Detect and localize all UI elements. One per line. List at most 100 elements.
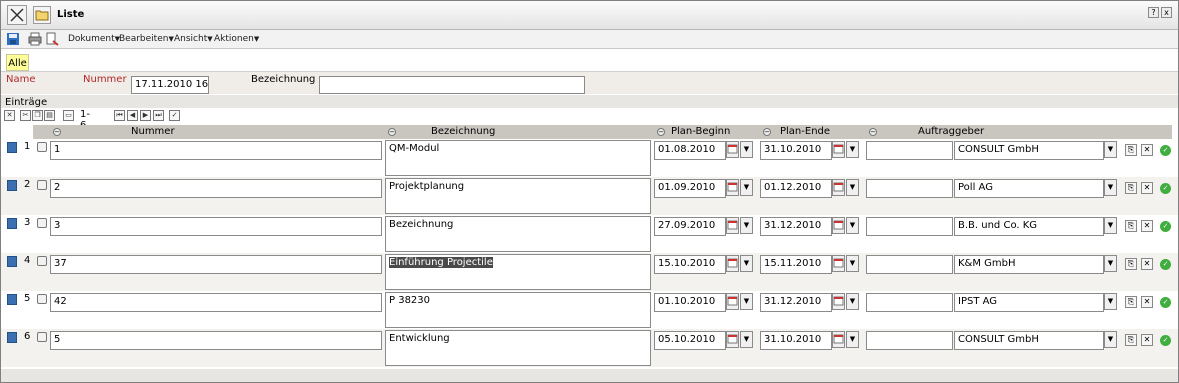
plan-beginn-input[interactable]: 27.09.2010 [654,217,726,236]
row-handle-icon[interactable] [7,180,17,191]
copy-icon[interactable]: ❐ [32,110,43,121]
print-icon[interactable] [28,32,42,46]
collapse-icon[interactable]: − [763,128,771,136]
delete-icon[interactable]: ✕ [4,110,15,121]
plan-ende-input[interactable]: 31.12.2010 [760,217,832,236]
chevron-down-icon[interactable]: ▼ [740,255,753,272]
auftraggeber-select[interactable]: CONSULT GmbH [954,331,1104,350]
paste-icon[interactable]: ▤ [44,110,55,121]
prev-page-icon[interactable]: ◀ [127,110,138,121]
copy-row-icon[interactable]: ⎘ [1125,296,1137,308]
chevron-down-icon[interactable]: ▼ [846,141,859,158]
folder-icon[interactable] [33,6,51,24]
copy-row-icon[interactable]: ⎘ [1125,182,1137,194]
chevron-down-icon[interactable]: ▼ [846,179,859,196]
chevron-down-icon[interactable]: ▼ [846,293,859,310]
chevron-down-icon[interactable]: ▼ [846,217,859,234]
tab-alle[interactable]: Alle [6,54,29,71]
copy-row-icon[interactable]: ⎘ [1125,144,1137,156]
column-header-auftraggeber[interactable]: Auftraggeber [918,125,984,139]
plan-ende-input[interactable]: 01.12.2010 [760,179,832,198]
auftraggeber-input[interactable] [866,331,953,350]
delete-row-icon[interactable]: ✕ [1141,144,1153,156]
calendar-icon[interactable] [726,179,739,196]
bezeichnung-filter-input[interactable] [319,76,585,94]
delete-row-icon[interactable]: ✕ [1141,258,1153,270]
copy-row-icon[interactable]: ⎘ [1125,334,1137,346]
menu-bearbeiten[interactable]: Bearbeiten▼ [119,34,174,44]
nummer-input[interactable]: 42 [50,293,382,312]
collapse-icon[interactable]: − [869,128,877,136]
row-handle-icon[interactable] [7,294,17,305]
auftraggeber-select[interactable]: B.B. und Co. KG [954,217,1104,236]
auftraggeber-input[interactable] [866,179,953,198]
row-handle-icon[interactable] [7,218,17,229]
chevron-down-icon[interactable]: ▼ [740,141,753,158]
plan-beginn-input[interactable]: 01.10.2010 [654,293,726,312]
next-page-icon[interactable]: ▶ [140,110,151,121]
first-page-icon[interactable]: ⏮ [114,110,125,121]
row-checkbox[interactable] [37,180,47,190]
plan-beginn-input[interactable]: 01.09.2010 [654,179,726,198]
auftraggeber-input[interactable] [866,141,953,160]
chevron-down-icon[interactable]: ▼ [846,331,859,348]
calendar-icon[interactable] [832,255,845,272]
collapse-icon[interactable]: − [657,128,665,136]
chevron-down-icon[interactable]: ▼ [1104,293,1117,310]
nummer-input[interactable]: 37 [50,255,382,274]
row-checkbox[interactable] [37,218,47,228]
delete-row-icon[interactable]: ✕ [1141,182,1153,194]
nummer-input[interactable]: 1 [50,141,382,160]
row-checkbox[interactable] [37,142,47,152]
delete-row-icon[interactable]: ✕ [1141,334,1153,346]
menu-ansicht[interactable]: Ansicht▼ [174,34,213,44]
calendar-icon[interactable] [832,141,845,158]
auftraggeber-select[interactable]: K&M GmbH [954,255,1104,274]
column-header-plan-beginn[interactable]: Plan-Beginn [671,125,730,139]
plan-ende-input[interactable]: 15.11.2010 [760,255,832,274]
save-icon[interactable] [6,32,20,46]
chevron-down-icon[interactable]: ▼ [740,179,753,196]
close-window-icon[interactable] [7,5,27,25]
menu-aktionen[interactable]: Aktionen▼ [214,34,259,44]
calendar-icon[interactable] [726,141,739,158]
auftraggeber-input[interactable] [866,255,953,274]
row-handle-icon[interactable] [7,332,17,343]
row-checkbox[interactable] [37,256,47,266]
calendar-icon[interactable] [726,331,739,348]
chevron-down-icon[interactable]: ▼ [1104,255,1117,272]
copy-row-icon[interactable]: ⎘ [1125,258,1137,270]
chevron-down-icon[interactable]: ▼ [740,217,753,234]
print-preview-icon[interactable] [45,32,59,46]
delete-row-icon[interactable]: ✕ [1141,220,1153,232]
calendar-icon[interactable] [832,179,845,196]
help-icon[interactable]: ? [1148,7,1159,18]
chevron-down-icon[interactable]: ▼ [740,331,753,348]
auftraggeber-select[interactable]: Poll AG [954,179,1104,198]
nummer-filter-input[interactable]: 17.11.2010 16: [131,76,209,94]
collapse-icon[interactable]: − [388,128,396,136]
delete-row-icon[interactable]: ✕ [1141,296,1153,308]
row-checkbox[interactable] [37,332,47,342]
last-page-icon[interactable]: ⏭ [153,110,164,121]
nummer-input[interactable]: 3 [50,217,382,236]
plan-ende-input[interactable]: 31.10.2010 [760,141,832,160]
chevron-down-icon[interactable]: ▼ [1104,331,1117,348]
auftraggeber-select[interactable]: IPST AG [954,293,1104,312]
chevron-down-icon[interactable]: ▼ [1104,141,1117,158]
print-list-icon[interactable]: ▭ [63,110,74,121]
plan-beginn-input[interactable]: 15.10.2010 [654,255,726,274]
auftraggeber-input[interactable] [866,293,953,312]
calendar-icon[interactable] [726,217,739,234]
calendar-icon[interactable] [832,293,845,310]
plan-ende-input[interactable]: 31.12.2010 [760,293,832,312]
calendar-icon[interactable] [832,217,845,234]
chevron-down-icon[interactable]: ▼ [740,293,753,310]
calendar-icon[interactable] [726,255,739,272]
column-header-bezeichnung[interactable]: Bezeichnung [431,125,495,139]
nummer-input[interactable]: 5 [50,331,382,350]
calendar-icon[interactable] [832,331,845,348]
bezeichnung-input[interactable]: QM-Modul [385,140,651,176]
row-handle-icon[interactable] [7,142,17,153]
close-icon[interactable]: x [1161,7,1172,18]
